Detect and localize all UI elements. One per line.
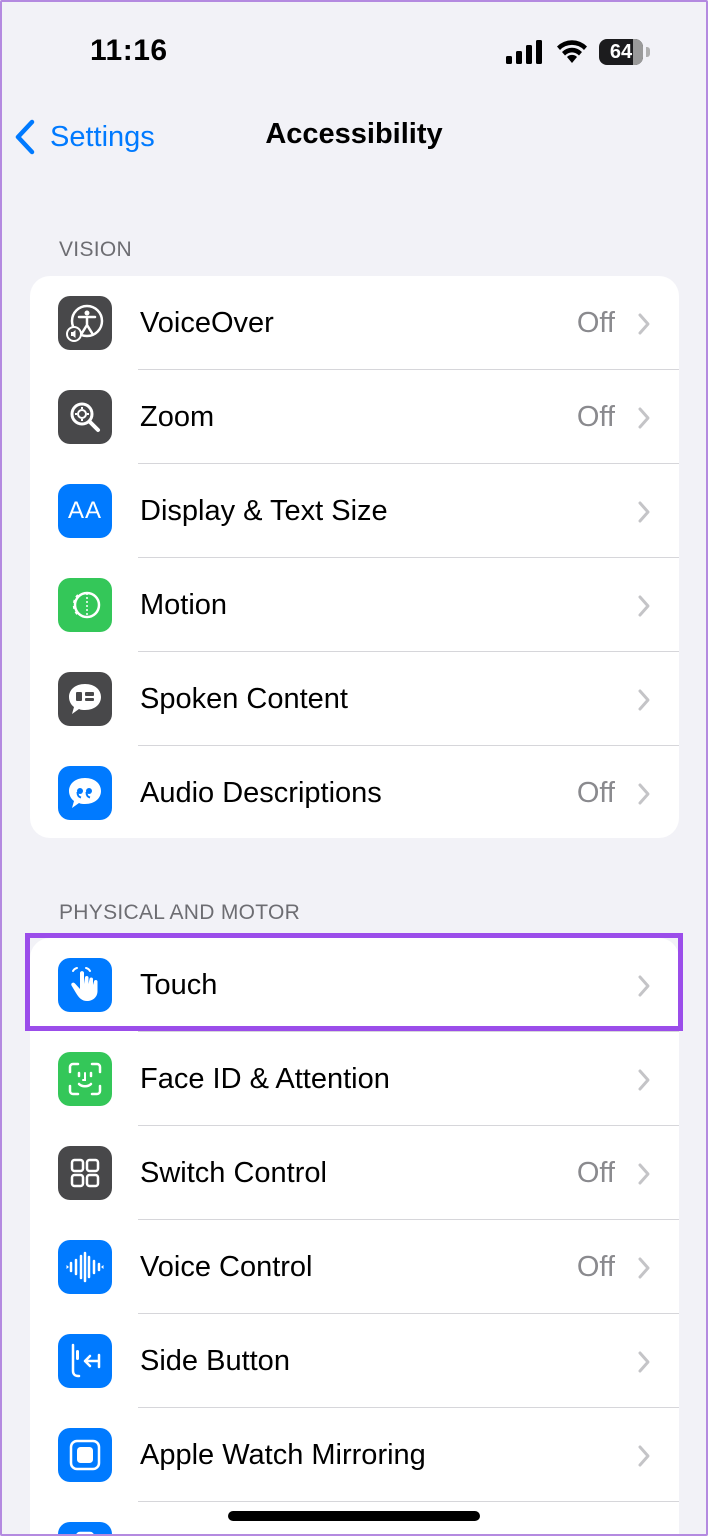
row-label: Voice Control [140, 1251, 313, 1283]
row-touch[interactable]: Touch [30, 938, 679, 1032]
row-zoom[interactable]: Zoom Off [30, 370, 679, 464]
waveform-icon [58, 1240, 112, 1294]
row-label: Touch [140, 969, 218, 1001]
speech-bubble-icon [58, 672, 112, 726]
motion-icon [58, 578, 112, 632]
row-value: Off [576, 307, 615, 339]
section-header-physical-motor: PHYSICAL AND MOTOR [59, 901, 301, 924]
chevron-right-icon [638, 1069, 650, 1091]
row-label: Motion [140, 589, 228, 621]
battery-empty-portion [633, 39, 643, 65]
row-display-text-size[interactable]: AA Display & Text Size [30, 464, 679, 558]
vision-group: VoiceOver Off Zoom Off AA Display & Text… [30, 276, 679, 838]
chevron-right-icon [638, 1163, 650, 1185]
chevron-right-icon [638, 689, 650, 711]
face-id-icon [58, 1052, 112, 1106]
chevron-right-icon [638, 1257, 650, 1279]
watch-icon [58, 1428, 112, 1482]
row-label: Display & Text Size [140, 495, 388, 527]
hand-pointer-icon [58, 958, 112, 1012]
cellular-signal-icon [506, 40, 542, 64]
section-header-vision: VISION [59, 238, 132, 261]
row-motion[interactable]: Motion [30, 558, 679, 652]
chevron-right-icon [638, 501, 650, 523]
row-label: Zoom [140, 401, 215, 433]
row-apple-watch-mirroring[interactable]: Apple Watch Mirroring [30, 1408, 679, 1502]
chevron-right-icon [638, 975, 650, 997]
device-icon [58, 1522, 112, 1536]
row-label: Spoken Content [140, 683, 348, 715]
row-side-button[interactable]: Side Button [30, 1314, 679, 1408]
chevron-right-icon [638, 595, 650, 617]
row-switch-control[interactable]: Switch Control Off [30, 1126, 679, 1220]
status-time: 11:16 [90, 34, 168, 67]
row-label: Switch Control [140, 1157, 327, 1189]
wifi-icon [557, 40, 587, 63]
quote-bubble-icon [58, 766, 112, 820]
row-voiceover[interactable]: VoiceOver Off [30, 276, 679, 370]
row-label: Side Button [140, 1345, 290, 1377]
chevron-right-icon [638, 313, 650, 335]
battery-level: 64 [609, 40, 633, 63]
row-label: Face ID & Attention [140, 1063, 390, 1095]
status-bar: 11:16 64 [0, 0, 708, 100]
text-size-icon: AA [58, 484, 112, 538]
row-audio-descriptions[interactable]: Audio Descriptions Off [30, 746, 679, 838]
row-spoken-content[interactable]: Spoken Content [30, 652, 679, 746]
row-face-id-attention[interactable]: Face ID & Attention [30, 1032, 679, 1126]
physical-motor-group: Touch Face ID & Attention Switch Control… [30, 938, 679, 1536]
row-value: Off [576, 777, 615, 809]
row-value: Off [576, 1157, 615, 1189]
row-label: Apple Watch Mirroring [140, 1439, 426, 1471]
row-label: Audio Descriptions [140, 777, 382, 809]
row-value: Off [576, 401, 615, 433]
voiceover-icon [58, 296, 112, 350]
chevron-right-icon [638, 407, 650, 429]
grid-icon [58, 1146, 112, 1200]
chevron-right-icon [638, 1445, 650, 1467]
battery-indicator: 64 [599, 39, 643, 65]
chevron-right-icon [638, 783, 650, 805]
zoom-icon [58, 390, 112, 444]
page-title: Accessibility [265, 118, 443, 150]
chevron-right-icon [638, 1351, 650, 1373]
side-button-icon [58, 1334, 112, 1388]
row-voice-control[interactable]: Voice Control Off [30, 1220, 679, 1314]
home-indicator[interactable] [228, 1511, 480, 1521]
row-label: VoiceOver [140, 307, 274, 339]
row-value: Off [576, 1251, 615, 1283]
battery-tip [646, 47, 650, 57]
